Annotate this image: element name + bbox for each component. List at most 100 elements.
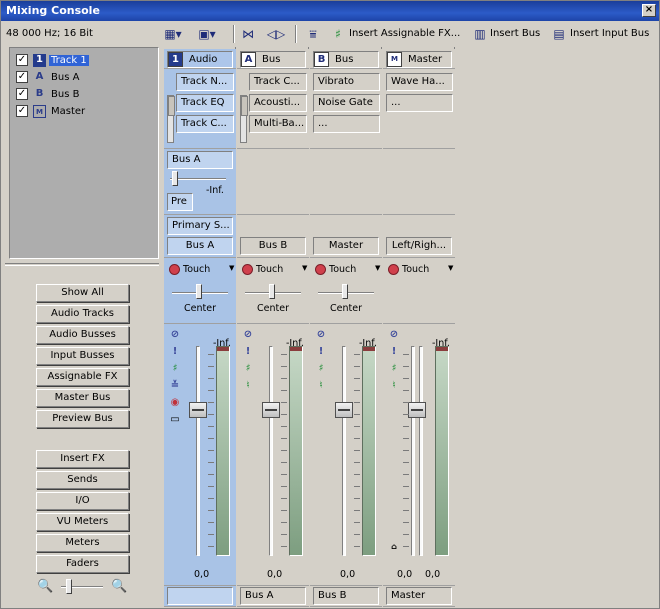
checkbox[interactable]: ✓	[16, 88, 28, 100]
layout-icon[interactable]: ▦▾	[159, 25, 187, 43]
fx-chain-icon[interactable]: ♮	[243, 381, 253, 391]
track-row[interactable]: ✓ B Bus B	[16, 86, 81, 102]
output-field[interactable]: Master	[313, 237, 379, 255]
strip-footer-field[interactable]	[167, 587, 233, 605]
audio-tracks-button[interactable]: Audio Tracks	[36, 305, 129, 323]
insert-bus-button[interactable]: Insert Bus	[490, 28, 540, 39]
chevron-down-icon[interactable]: ▼	[229, 264, 234, 272]
track-label[interactable]: Master	[49, 106, 87, 117]
chevron-down-icon[interactable]: ▼	[375, 264, 380, 272]
fx-slot[interactable]: Vibrato	[313, 73, 380, 91]
fx-slot[interactable]: Track C...	[249, 73, 307, 91]
track-row[interactable]: ✓ A Bus A	[16, 69, 81, 85]
mute-icon[interactable]: ⊘	[170, 330, 180, 340]
pre-button[interactable]: Pre	[167, 193, 193, 211]
faders-button[interactable]: Faders	[36, 555, 129, 573]
checkbox[interactable]: ✓	[16, 105, 28, 117]
input-field[interactable]: Primary S...	[167, 217, 233, 235]
fx-icon[interactable]: ♯	[329, 25, 347, 43]
send-slider[interactable]	[170, 178, 226, 180]
zoom-out-icon[interactable]: 🔍	[37, 579, 53, 594]
track-row[interactable]: ✓ M Master	[16, 103, 87, 119]
chevron-down-icon[interactable]: ▼	[302, 264, 307, 272]
preview-bus-button[interactable]: Preview Bus	[36, 410, 129, 428]
zoom-thumb[interactable]	[66, 579, 72, 594]
close-icon[interactable]: ×	[642, 4, 656, 17]
strip-header-box[interactable]: B Bus	[313, 51, 379, 68]
view-icon[interactable]: ▣▾	[193, 25, 221, 43]
fx-slot[interactable]: Track C...	[176, 115, 234, 133]
fader-thumb[interactable]	[335, 402, 353, 418]
fader-thumb[interactable]	[262, 402, 280, 418]
scrollbar[interactable]	[167, 95, 175, 143]
fx-slot[interactable]: Track N...	[176, 73, 234, 91]
strip-footer-field[interactable]: Bus A	[240, 587, 306, 605]
input-monitor-icon[interactable]: ▭	[170, 415, 180, 425]
pan-thumb[interactable]	[342, 284, 348, 299]
output-field[interactable]: Bus B	[240, 237, 306, 255]
downmix-icon[interactable]: ◁▷	[267, 25, 285, 43]
fx-slot[interactable]: ...	[386, 94, 453, 112]
fx-bypass-icon[interactable]: ♯	[243, 364, 253, 374]
insert-input-bus-button[interactable]: Insert Input Bus	[570, 28, 649, 39]
strip-header-box[interactable]: 1 Audio	[167, 51, 233, 68]
fx-slot[interactable]: ...	[313, 115, 380, 133]
fx-slot[interactable]: Track EQ	[176, 94, 234, 112]
mute-icon[interactable]: ⊘	[316, 330, 326, 340]
strip-header-box[interactable]: A Bus	[240, 51, 306, 68]
fx-slot[interactable]: Noise Gate	[313, 94, 380, 112]
mixer-icon[interactable]: ⩸	[304, 25, 322, 43]
fx-bypass-icon[interactable]: ♯	[316, 364, 326, 374]
output-field[interactable]: Left/Righ...	[386, 237, 452, 255]
insert-assignable-fx-button[interactable]: Insert Assignable FX...	[349, 28, 460, 39]
fader-thumb[interactable]	[189, 402, 207, 418]
mute-icon[interactable]: ⊘	[389, 330, 399, 340]
fx-slot[interactable]: Acousti...	[249, 94, 307, 112]
show-all-button[interactable]: Show All	[36, 284, 129, 302]
automation-mode[interactable]: Touch ▼	[315, 264, 380, 275]
pan-thumb[interactable]	[269, 284, 275, 299]
strip-header-box[interactable]: M Master	[386, 51, 452, 68]
track-row[interactable]: ✓ 1 Track 1	[16, 52, 89, 68]
bus-icon[interactable]: ▥	[471, 25, 489, 43]
io-button[interactable]: I/O	[36, 492, 129, 510]
fader-track-right[interactable]	[419, 346, 423, 556]
send-slider-thumb[interactable]	[172, 171, 178, 186]
fx-slot[interactable]: Multi-Ba...	[249, 115, 307, 133]
automation-mode[interactable]: Touch ▼	[169, 264, 234, 275]
fader-track[interactable]	[196, 346, 200, 556]
strip-footer-field[interactable]: Master	[386, 587, 452, 605]
automation-mode[interactable]: Touch ▼	[242, 264, 307, 275]
lock-icon[interactable]: ⌂	[389, 542, 399, 552]
mute-icon[interactable]: ⊘	[243, 330, 253, 340]
checkbox[interactable]: ✓	[16, 71, 28, 83]
fx-bypass-icon[interactable]: ♯	[389, 364, 399, 374]
track-label[interactable]: Bus A	[49, 72, 81, 83]
master-bus-button[interactable]: Master Bus	[36, 389, 129, 407]
fader-track[interactable]	[269, 346, 273, 556]
checkbox[interactable]: ✓	[16, 54, 28, 66]
mix-icon[interactable]: ≚	[170, 381, 180, 391]
chevron-down-icon[interactable]: ▼	[448, 264, 453, 272]
sends-button[interactable]: Sends	[36, 471, 129, 489]
fx-bypass-icon[interactable]: ♯	[170, 364, 180, 374]
fx-chain-icon[interactable]: ♮	[316, 381, 326, 391]
fader-track-left[interactable]	[411, 346, 415, 556]
insert-fx-button[interactable]: Insert FX	[36, 450, 129, 468]
solo-icon[interactable]: !	[243, 347, 253, 357]
record-arm-icon[interactable]: ◉	[170, 398, 180, 408]
track-label[interactable]: Bus B	[49, 89, 81, 100]
meters-button[interactable]: Meters	[36, 534, 129, 552]
assignable-fx-button[interactable]: Assignable FX	[36, 368, 129, 386]
zoom-in-icon[interactable]: 🔍	[111, 579, 127, 594]
automation-mode[interactable]: Touch ▼	[388, 264, 453, 275]
fx-chain-icon[interactable]: ♮	[389, 381, 399, 391]
solo-icon[interactable]: !	[170, 347, 180, 357]
send-bus-field[interactable]: Bus A	[167, 151, 233, 169]
vu-meters-button[interactable]: VU Meters	[36, 513, 129, 531]
strip-footer-field[interactable]: Bus B	[313, 587, 379, 605]
stretch-icon[interactable]: ⋈	[239, 25, 257, 43]
solo-icon[interactable]: !	[316, 347, 326, 357]
fader-thumb[interactable]	[408, 402, 426, 418]
track-label[interactable]: Track 1	[49, 54, 89, 66]
